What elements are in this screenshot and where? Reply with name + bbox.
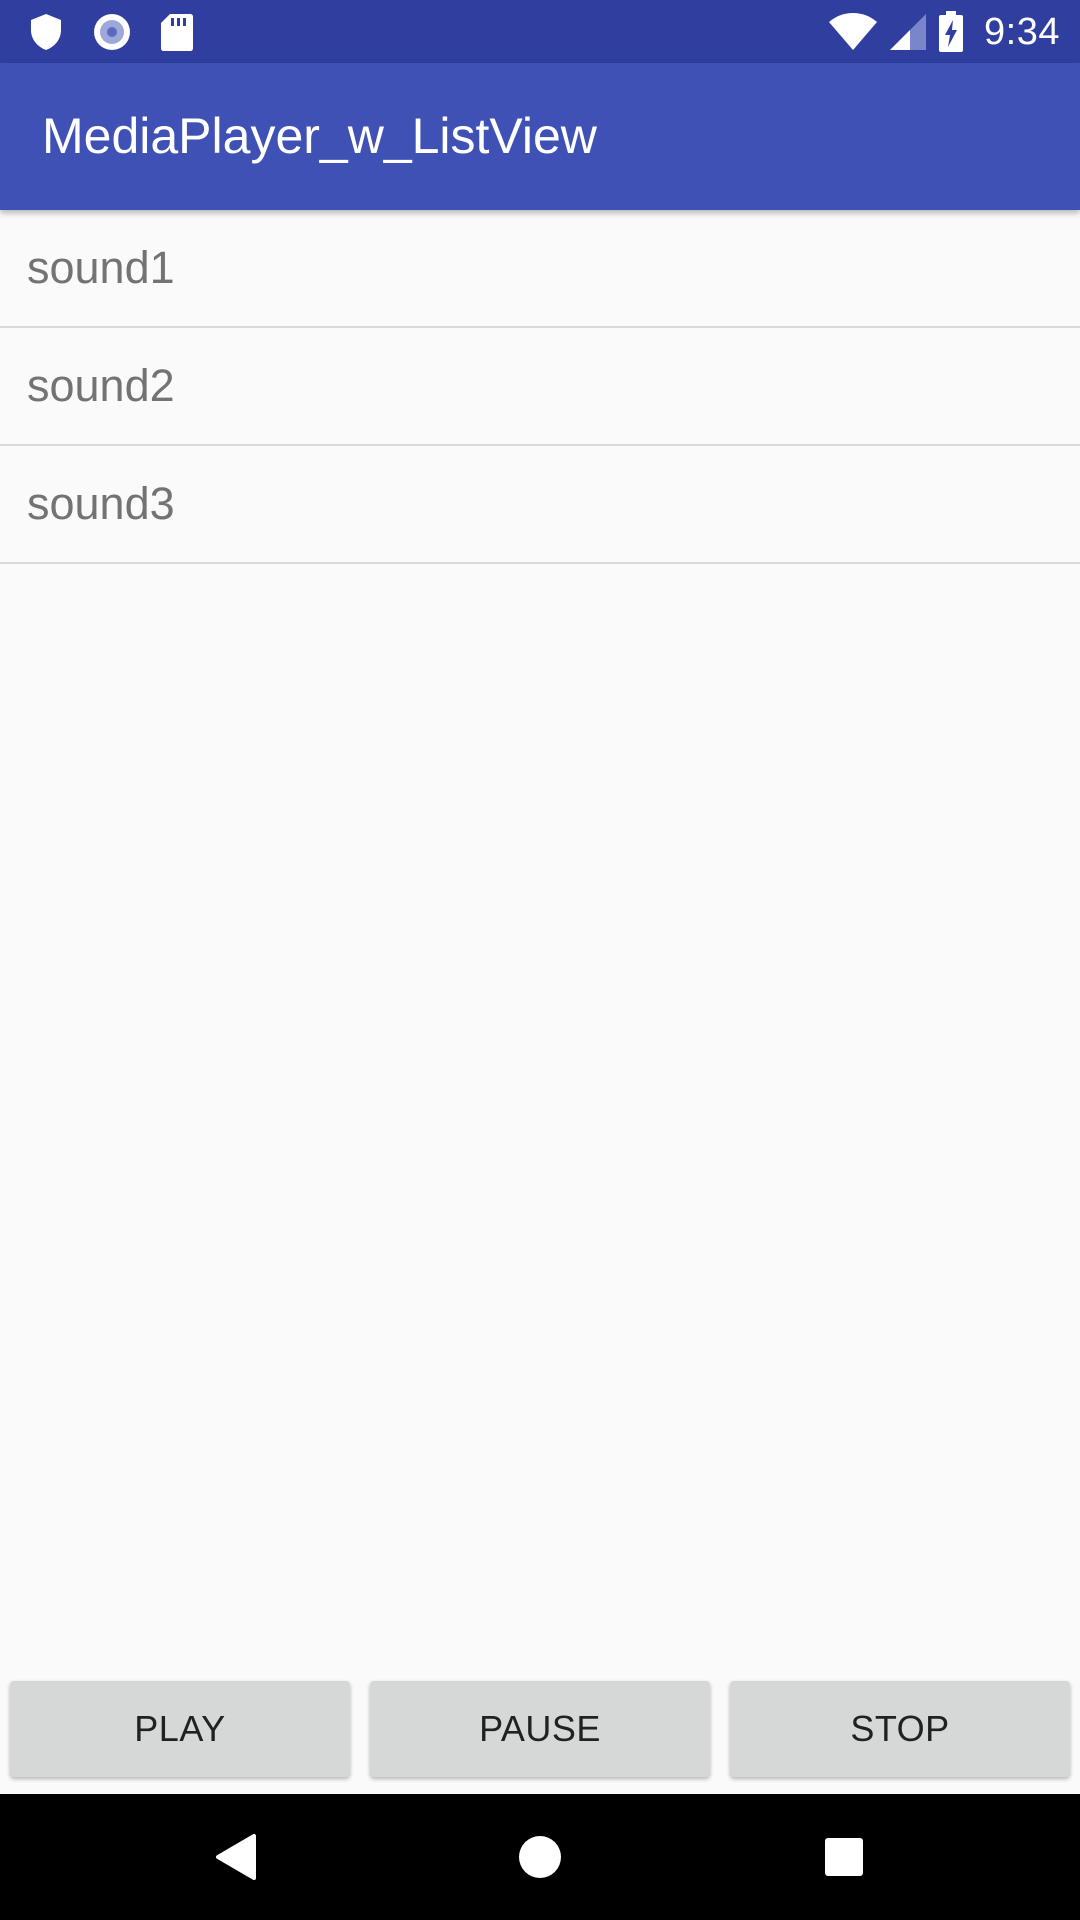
navigation-bar — [0, 1794, 1080, 1920]
play-button[interactable]: PLAY — [10, 1681, 350, 1777]
app-title: MediaPlayer_w_ListView — [42, 108, 597, 164]
list-item-label: sound1 — [27, 242, 175, 293]
sd-card-icon — [160, 12, 194, 52]
pause-button[interactable]: PAUSE — [370, 1681, 710, 1777]
list-item-sound1[interactable]: sound1 — [0, 210, 1080, 328]
list-item-sound3[interactable]: sound3 — [0, 446, 1080, 564]
list-item-sound2[interactable]: sound2 — [0, 328, 1080, 446]
wifi-icon — [828, 12, 878, 52]
back-button[interactable] — [176, 1794, 296, 1920]
status-left-icons — [28, 10, 194, 54]
playback-controls: PLAY PAUSE STOP — [0, 1681, 1080, 1779]
shield-icon — [28, 12, 64, 52]
list-item-label: sound2 — [27, 360, 175, 411]
home-icon — [518, 1835, 562, 1879]
recents-button[interactable] — [784, 1794, 904, 1920]
home-button[interactable] — [480, 1794, 600, 1920]
battery-charging-icon — [938, 11, 964, 53]
screen: 9:34 MediaPlayer_w_ListView sound1 sound… — [0, 0, 1080, 1920]
back-icon — [214, 1833, 258, 1881]
app-bar: MediaPlayer_w_ListView — [0, 63, 1080, 210]
recents-icon — [824, 1837, 864, 1877]
stop-button[interactable]: STOP — [730, 1681, 1070, 1777]
status-time: 9:34 — [984, 10, 1060, 53]
status-bar: 9:34 — [0, 0, 1080, 63]
status-right-icons: 9:34 — [828, 10, 1060, 54]
cell-signal-icon — [888, 12, 928, 52]
record-icon — [92, 12, 132, 52]
sound-list: sound1 sound2 sound3 — [0, 210, 1080, 564]
list-item-label: sound3 — [27, 478, 175, 529]
